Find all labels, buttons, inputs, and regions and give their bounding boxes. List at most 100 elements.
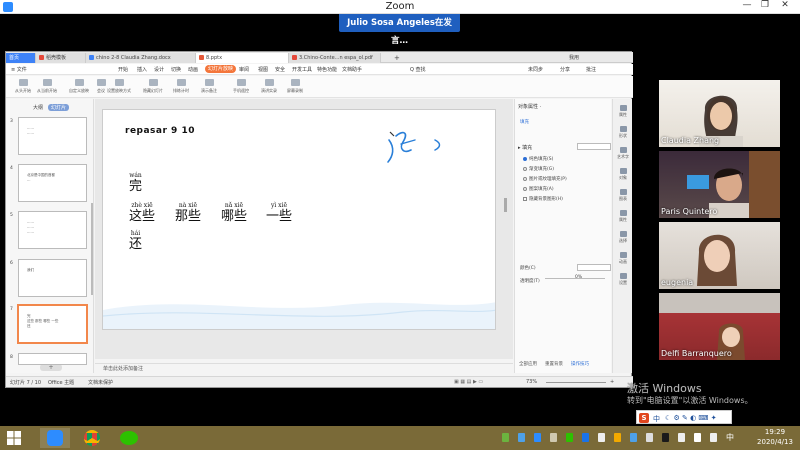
tray-icon[interactable] xyxy=(662,433,669,442)
file-menu[interactable]: ≡ 文件 xyxy=(11,66,27,73)
menu-item[interactable]: 特色功能 xyxy=(317,66,337,73)
current-slide[interactable]: repasar 9 10 wán 完 zhè xiē 这些 nà xiē 那些 … xyxy=(102,109,496,330)
color-select[interactable] xyxy=(577,264,611,271)
tray-icon[interactable] xyxy=(518,433,525,442)
volume-icon[interactable] xyxy=(694,433,701,442)
tray-icon[interactable] xyxy=(582,433,589,442)
add-slide-button[interactable]: + xyxy=(40,364,62,371)
header-action[interactable]: 批注 xyxy=(586,66,596,73)
sidebar-tool[interactable]: 对象 xyxy=(615,168,631,181)
menu-item[interactable]: 开发工具 xyxy=(292,66,312,73)
tray-icon[interactable] xyxy=(646,433,653,442)
menu-item[interactable]: 幻灯片放映 xyxy=(205,65,237,73)
tray-icon[interactable] xyxy=(614,433,621,442)
view-buttons[interactable]: ▣ ▦ ▤ ▶ ▭ xyxy=(454,379,483,385)
sidebar-tool[interactable]: 设置 xyxy=(615,273,631,286)
menu-item[interactable]: 视图 xyxy=(258,66,268,73)
radio-solid-fill[interactable]: 纯色填充(S) xyxy=(523,156,553,162)
menu-item[interactable]: 开始 xyxy=(118,66,128,73)
fill-tab[interactable]: 填充 xyxy=(520,119,529,125)
protection-status[interactable]: 文档未保护 xyxy=(88,379,113,386)
zoom-slider[interactable] xyxy=(546,382,606,383)
tray-icon[interactable] xyxy=(502,433,509,442)
menu-item[interactable]: 插入 xyxy=(137,66,147,73)
minimize-button[interactable]: — xyxy=(740,0,754,10)
tray-icon[interactable] xyxy=(566,433,573,442)
toolbar-button[interactable]: 手机遥控 xyxy=(228,79,254,94)
slide-thumbnail[interactable]: 北京是中国的首都… xyxy=(18,164,87,202)
menu-item[interactable]: 安全 xyxy=(275,66,285,73)
document-tab[interactable]: chino 2-8 Claudia Zhang.docx xyxy=(86,53,196,63)
chrome-taskbar-icon[interactable] xyxy=(77,428,107,448)
document-tab[interactable]: 3.Chino-Conte...n espa_ol.pdf xyxy=(289,53,381,63)
slide-thumbnail[interactable] xyxy=(18,353,87,365)
radio-pattern-fill[interactable]: 图案填充(A) xyxy=(523,186,554,192)
document-tab[interactable]: 稻壳模板 xyxy=(36,53,86,63)
zoom-in-button[interactable]: + xyxy=(610,379,614,385)
tray-icon[interactable] xyxy=(630,433,637,442)
ime-toolbar[interactable]: S 中 ☾ ⚙ ✎ ◐ ⌨ ✦ xyxy=(636,410,732,424)
ime-tools-icon[interactable]: ☾ ⚙ ✎ ◐ ⌨ ✦ xyxy=(665,414,717,422)
menu-item[interactable]: 切换 xyxy=(171,66,181,73)
tab-outline[interactable]: 大纲 xyxy=(30,104,46,111)
sidebar-tool[interactable]: 形状 xyxy=(615,126,631,139)
tips-link[interactable]: 操作技巧 xyxy=(571,361,589,367)
toolbar-button[interactable]: 排练计时 xyxy=(168,79,194,94)
participant-video-4[interactable]: Delfi Barranquero xyxy=(659,293,780,360)
header-action[interactable]: 分享 xyxy=(560,66,570,73)
sidebar-tool[interactable]: 艺术字 xyxy=(615,147,631,160)
search-command[interactable]: Q 查找 xyxy=(410,66,426,73)
document-tab[interactable]: 8.pptx xyxy=(196,53,289,63)
fill-type-select[interactable] xyxy=(577,143,611,150)
menu-item[interactable]: 文档助手 xyxy=(342,66,362,73)
participant-video-1[interactable]: Claudia Zhang xyxy=(659,80,780,147)
sidebar-tool[interactable]: 动画 xyxy=(615,252,631,265)
sound-icon[interactable] xyxy=(710,433,717,442)
tray-icon[interactable] xyxy=(550,433,557,442)
tab-slides[interactable]: 幻灯片 xyxy=(48,104,70,111)
fill-section-header[interactable]: ▸ 填充 xyxy=(518,144,532,151)
toolbar-button[interactable]: 从头开始 xyxy=(10,79,36,94)
participant-video-2[interactable]: Paris Quintero xyxy=(659,151,780,218)
sidebar-tool[interactable]: 选择 xyxy=(615,231,631,244)
toolbar-button[interactable]: 从当前开始 xyxy=(34,79,60,94)
ime-taskbar-indicator[interactable]: 中 xyxy=(726,432,734,442)
slide-thumbnail[interactable]: 我们 xyxy=(18,259,87,297)
menu-item[interactable]: 动画 xyxy=(188,66,198,73)
radio-gradient-fill[interactable]: 渐变填充(G) xyxy=(523,166,554,172)
toolbar-button[interactable]: 屏幕录制 xyxy=(282,79,308,94)
toolbar-button[interactable]: 演讲实录 xyxy=(256,79,282,94)
radio-picture-fill[interactable]: 图片或纹理填充(P) xyxy=(523,176,567,182)
hide-background-checkbox[interactable]: 隐藏背景图形(H) xyxy=(523,196,563,202)
network-icon[interactable] xyxy=(678,433,685,442)
thumbnail-scrollbar[interactable] xyxy=(91,203,93,295)
sidebar-tool[interactable]: 图表 xyxy=(615,189,631,202)
close-button[interactable]: ✕ xyxy=(778,0,792,10)
reset-background-button[interactable]: 重置背景 xyxy=(545,361,563,367)
toolbar-button[interactable]: 隐藏幻灯片 xyxy=(140,79,166,94)
apply-all-button[interactable]: 全部应用 xyxy=(519,361,537,367)
header-action[interactable]: 未同步 xyxy=(528,66,543,73)
canvas-scrollbar[interactable] xyxy=(504,198,507,212)
sidebar-tool[interactable]: 属性 xyxy=(615,105,631,118)
slide-thumbnail[interactable]: 完这些 那些 哪些 一些还 xyxy=(17,304,88,344)
wechat-taskbar-icon[interactable] xyxy=(114,428,144,448)
toolbar-button[interactable]: 设置放映方式 xyxy=(106,79,132,94)
slide-thumbnail[interactable]: ………… xyxy=(18,117,87,155)
menu-item[interactable]: 设计 xyxy=(154,66,164,73)
zoom-level[interactable]: 73% xyxy=(526,379,537,385)
participant-video-3[interactable]: eugenia xyxy=(659,222,780,289)
document-tab[interactable]: 首页 xyxy=(6,53,36,63)
windows-start-icon[interactable] xyxy=(4,428,24,448)
system-clock[interactable]: 19:29 2020/4/13 xyxy=(752,427,798,447)
tray-icon[interactable] xyxy=(534,433,541,442)
menu-item[interactable]: 审阅 xyxy=(239,66,249,73)
notes-area[interactable]: 单击此处添加备注 xyxy=(95,363,513,373)
toolbar-button[interactable]: 演示备注 xyxy=(196,79,222,94)
new-tab-button[interactable]: + xyxy=(391,53,401,63)
sidebar-tool[interactable]: 属性 xyxy=(615,210,631,223)
slide-thumbnail[interactable]: ……………… xyxy=(18,211,87,249)
user-account[interactable]: 我用 xyxy=(566,53,596,63)
ime-language[interactable]: 中 xyxy=(653,414,660,424)
tray-icon[interactable] xyxy=(598,433,605,442)
